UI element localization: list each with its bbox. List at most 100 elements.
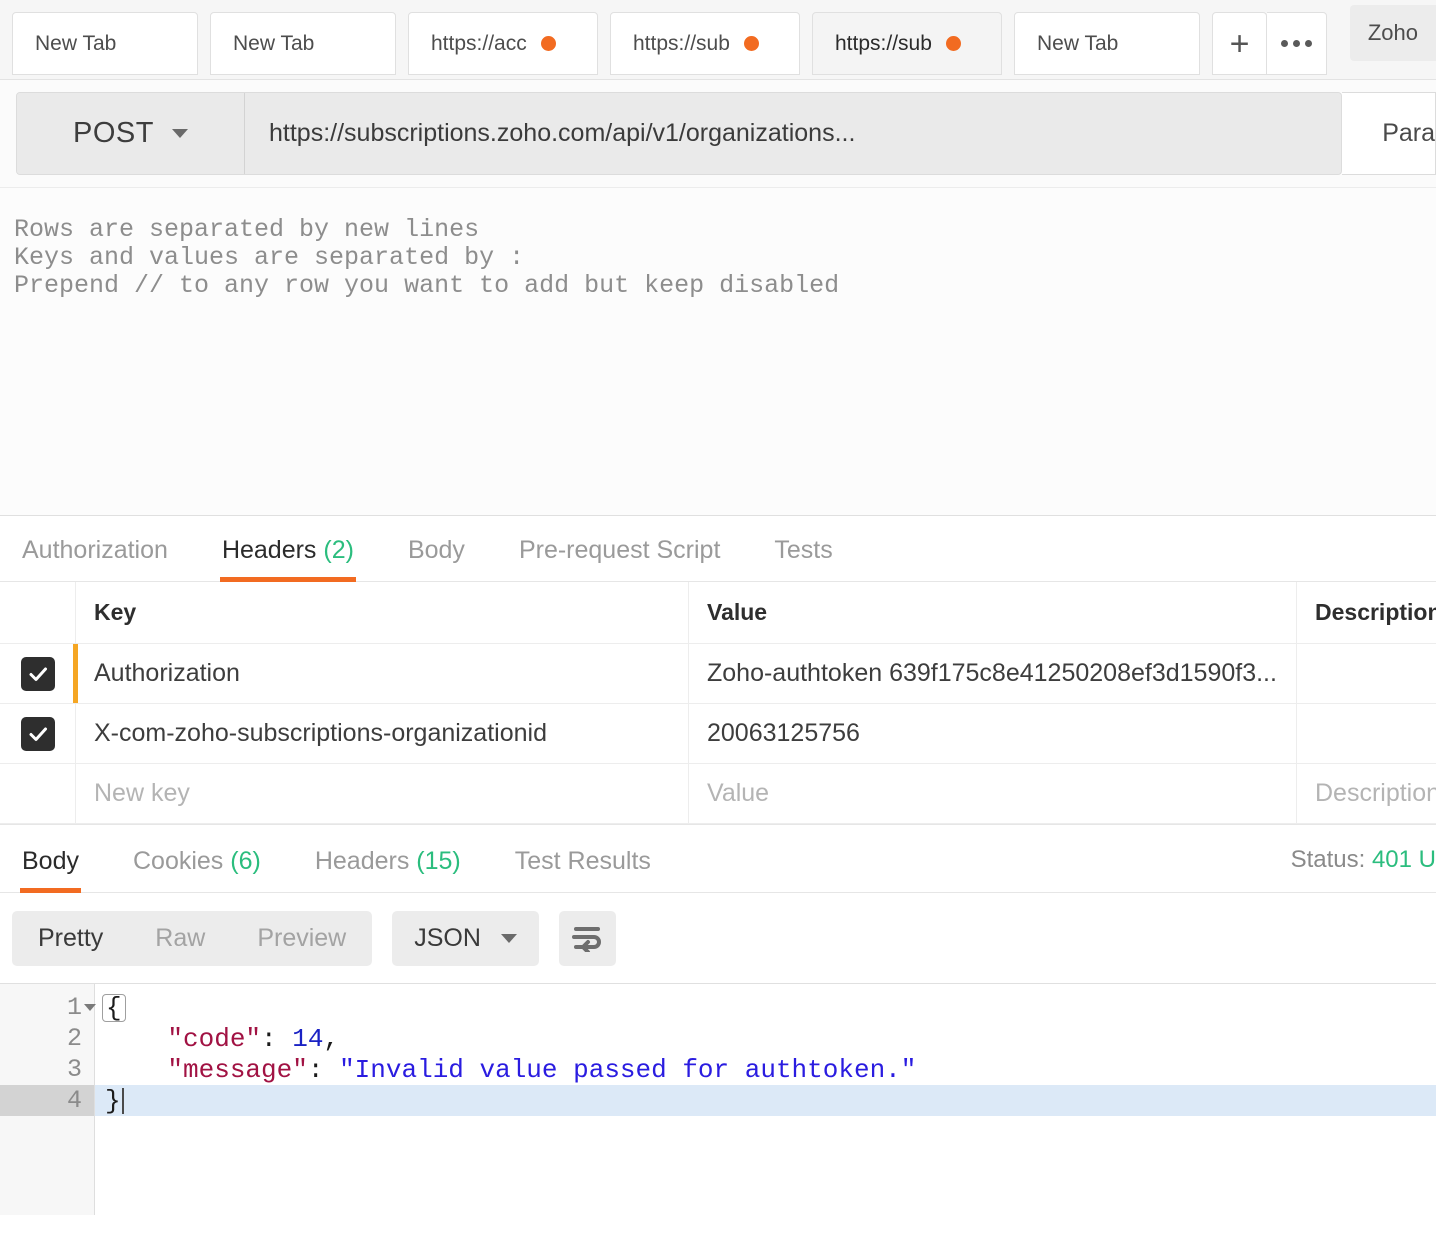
row-value-text: 20063125756 — [707, 719, 860, 747]
line-number-active[interactable]: 4 — [0, 1085, 94, 1116]
response-body-viewer[interactable]: 1 2 3 4 { "code": 14, "message": "Invali… — [0, 983, 1436, 1215]
headers-table: Key Value Description Authorization Zoho… — [0, 582, 1436, 825]
line-number-text: 2 — [66, 1024, 82, 1053]
line-number-gutter: 1 2 3 4 — [0, 984, 96, 1215]
tab-label: Test Results — [514, 847, 651, 875]
new-row-description-input[interactable]: Description — [1297, 764, 1436, 823]
view-raw-button[interactable]: Raw — [129, 911, 231, 966]
new-row-checkbox-cell — [0, 764, 76, 823]
json-code-area[interactable]: { "code": 14, "message": "Invalid value … — [95, 984, 1436, 1215]
word-wrap-icon — [572, 927, 602, 952]
tab-count: (15) — [416, 847, 461, 875]
checkmark-icon — [29, 727, 47, 741]
tab-count: (6) — [230, 847, 261, 875]
row-key-input[interactable]: X-com-zoho-subscriptions-organizationid — [76, 704, 689, 763]
request-tab-label: New Tab — [35, 31, 117, 55]
new-tab-button[interactable]: + — [1212, 12, 1267, 75]
request-url-bar: POST https://subscriptions.zoho.com/api/… — [0, 80, 1436, 188]
request-tab-label: https://sub — [633, 31, 730, 55]
bulk-edit-hint-line-3: Prepend // to any row you want to add bu… — [14, 271, 840, 300]
header-checkbox-column — [0, 582, 76, 643]
line-number[interactable]: 1 — [0, 992, 96, 1023]
response-format-select[interactable]: JSON — [392, 910, 539, 966]
request-tab-5[interactable]: New Tab — [1014, 12, 1200, 75]
json-key: "message" — [167, 1054, 308, 1085]
json-number-value: 14 — [292, 1023, 324, 1054]
view-label: Preview — [257, 923, 347, 952]
line-number-text: 3 — [66, 1055, 82, 1084]
request-tab-label: New Tab — [233, 31, 315, 55]
code-line-1: { — [95, 992, 1436, 1023]
tab-label: Body — [407, 536, 465, 564]
view-preview-button[interactable]: Preview — [231, 911, 372, 966]
line-number[interactable]: 2 — [0, 1023, 94, 1054]
url-text: https://subscriptions.zoho.com/api/v1/or… — [269, 119, 856, 147]
response-tab-test-results[interactable]: Test Results — [515, 847, 651, 892]
view-label: Raw — [155, 923, 206, 952]
headers-bulk-edit-panel[interactable]: Rows are separated by new lines Keys and… — [0, 188, 1436, 516]
json-colon: : — [307, 1054, 340, 1085]
tab-body[interactable]: Body — [408, 536, 465, 581]
row-description-input[interactable] — [1297, 704, 1436, 763]
json-colon: : — [261, 1023, 293, 1054]
column-header-key: Key — [76, 582, 689, 643]
code-line-3: "message": "Invalid value passed for aut… — [95, 1054, 1436, 1085]
status-value: 401 U — [1371, 846, 1436, 873]
response-tab-headers[interactable]: Headers (15) — [315, 847, 461, 892]
tab-tests[interactable]: Tests — [774, 536, 832, 581]
row-enabled-checkbox[interactable] — [20, 656, 55, 691]
chevron-down-icon — [171, 129, 188, 138]
url-input[interactable]: https://subscriptions.zoho.com/api/v1/or… — [245, 93, 1341, 174]
bulk-edit-hint-line-1: Rows are separated by new lines — [14, 215, 480, 244]
line-number-text: 1 — [66, 993, 82, 1022]
unsaved-dot-icon — [945, 36, 961, 51]
row-value-text: Zoho-authtoken 639f175c8e41250208ef3d159… — [707, 659, 1277, 687]
new-row-key-input[interactable]: New key — [76, 764, 689, 823]
table-new-row: New key Value Description — [0, 764, 1436, 824]
http-method-select[interactable]: POST — [17, 93, 245, 174]
column-header-value: Value — [689, 582, 1297, 643]
table-row: Authorization Zoho-authtoken 639f175c8e4… — [0, 644, 1436, 704]
request-tab-0[interactable]: New Tab — [12, 12, 198, 75]
response-tab-cookies[interactable]: Cookies (6) — [133, 847, 261, 892]
column-header-description: Description — [1315, 599, 1436, 625]
row-value-input[interactable]: 20063125756 — [689, 704, 1297, 763]
row-value-input[interactable]: Zoho-authtoken 639f175c8e41250208ef3d159… — [689, 644, 1297, 703]
tab-overflow-button[interactable] — [1267, 12, 1327, 75]
response-tab-body[interactable]: Body — [20, 847, 81, 893]
row-enabled-checkbox[interactable] — [20, 716, 55, 751]
plus-icon: + — [1229, 24, 1250, 63]
chevron-down-icon — [500, 933, 517, 943]
view-pretty-button[interactable]: Pretty — [12, 911, 129, 966]
http-method-label: POST — [73, 117, 154, 149]
row-key-input[interactable]: Authorization — [76, 644, 689, 703]
row-key-text: Authorization — [94, 659, 240, 687]
browser-tab-bar: New Tab New Tab https://acc https://sub … — [0, 0, 1436, 80]
json-close-brace: } — [105, 1085, 121, 1116]
tab-pre-request-script[interactable]: Pre-request Script — [519, 536, 720, 581]
word-wrap-toggle[interactable] — [558, 910, 616, 966]
params-button[interactable]: Para — [1342, 92, 1436, 175]
tab-authorization[interactable]: Authorization — [22, 536, 168, 581]
tab-label: Pre-request Script — [518, 536, 721, 564]
row-key-text: X-com-zoho-subscriptions-organizationid — [94, 719, 547, 747]
request-tab-1[interactable]: New Tab — [210, 12, 396, 75]
request-tab-4-active[interactable]: https://sub — [812, 12, 1002, 75]
url-input-group: POST https://subscriptions.zoho.com/api/… — [16, 92, 1342, 175]
text-cursor — [121, 1087, 124, 1114]
unsaved-dot-icon — [743, 36, 759, 51]
line-number[interactable]: 3 — [0, 1054, 94, 1085]
request-tab-3[interactable]: https://sub — [610, 12, 800, 75]
new-row-value-input[interactable]: Value — [689, 764, 1297, 823]
response-view-segmented-control: Pretty Raw Preview — [12, 910, 373, 966]
request-section-tabs: Authorization Headers (2) Body Pre-reque… — [0, 516, 1436, 582]
request-tab-2[interactable]: https://acc — [408, 12, 598, 75]
environment-selector[interactable]: Zoho — [1349, 5, 1436, 61]
tab-headers[interactable]: Headers (2) — [219, 536, 356, 582]
row-description-input[interactable] — [1297, 644, 1436, 703]
fold-arrow-icon[interactable] — [84, 1004, 96, 1011]
unsaved-dot-icon — [540, 36, 556, 51]
table-row: X-com-zoho-subscriptions-organizationid … — [0, 704, 1436, 764]
